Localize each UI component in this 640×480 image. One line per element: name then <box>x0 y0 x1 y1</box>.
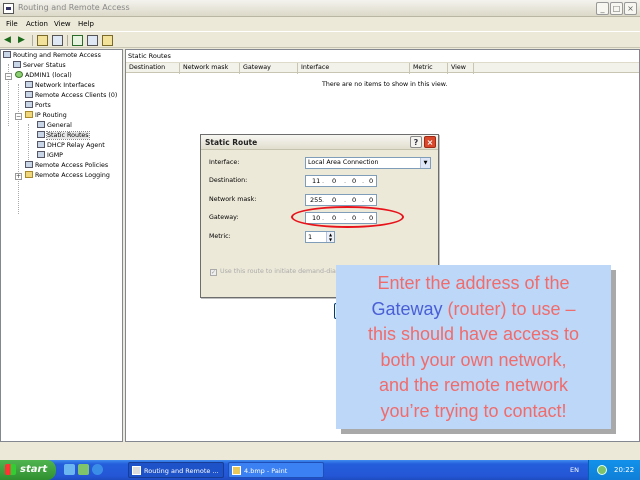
forward-arrow-icon[interactable]: ▶ <box>18 35 29 46</box>
system-tray: 20:22 <box>588 460 640 480</box>
tree-item-general[interactable]: General <box>37 121 72 131</box>
task-paint[interactable]: 4.bmp - Paint <box>228 462 324 478</box>
tree-item-dhcp-relay-agent[interactable]: DHCP Relay Agent <box>37 141 105 151</box>
desktop-quicklaunch-icon[interactable] <box>64 464 75 475</box>
destination-label: Destination: <box>209 177 248 184</box>
network-tray-icon[interactable] <box>597 465 607 475</box>
folder-icon <box>25 111 33 118</box>
tree-item-static-routes[interactable]: Static Routes <box>37 131 90 141</box>
tree-item-server-status[interactable]: Server Status <box>13 61 66 71</box>
callout-keyword: Gateway <box>371 298 443 319</box>
metric-value: 1 <box>308 233 313 241</box>
folder-icon <box>25 171 33 178</box>
properties-icon[interactable] <box>72 35 83 46</box>
windows-logo-icon <box>5 464 16 475</box>
tree-item-remote-access-logging[interactable]: Remote Access Logging <box>25 171 110 181</box>
policy-icon <box>25 161 33 168</box>
tree-item-ip-routing[interactable]: IP Routing <box>25 111 67 121</box>
details-title: Static Routes <box>128 52 171 60</box>
help-icon[interactable] <box>102 35 113 46</box>
dialog-close-button[interactable]: × <box>424 136 436 148</box>
clock[interactable]: 20:22 <box>614 460 634 480</box>
dialog-title-bar[interactable]: Static Route ? × <box>201 135 438 150</box>
language-indicator[interactable]: EN <box>570 460 579 480</box>
start-button[interactable]: start <box>0 460 56 480</box>
column-headers: Destination Network mask Gateway Interfa… <box>126 62 639 74</box>
interface-select[interactable]: Local Area Connection ▼ <box>305 157 431 169</box>
instruction-callout: Enter the address of the Gateway (router… <box>336 265 611 429</box>
netmask-label: Network mask: <box>209 196 257 203</box>
server-tree-icon <box>3 51 11 58</box>
up-folder-icon[interactable] <box>37 35 48 46</box>
demand-dial-checkbox-label: Use this route to initiate demand-dial c… <box>220 268 347 275</box>
destination-ip-field[interactable]: 11 . 0 . 0 . 0 <box>305 175 377 187</box>
paint-icon <box>232 466 241 475</box>
chevron-down-icon[interactable]: ▼ <box>420 158 430 168</box>
app-window: Routing and Remote Access _ □ × File Act… <box>0 0 640 460</box>
network-icon <box>37 121 45 128</box>
menu-bar: File Action View Help <box>0 18 640 30</box>
toolbar-separator <box>32 35 33 46</box>
show-tree-icon[interactable] <box>52 35 63 46</box>
tree-expander[interactable]: + <box>15 173 22 180</box>
toolbar-separator <box>67 35 68 46</box>
interface-value: Local Area Connection <box>308 159 379 166</box>
remote-clients-icon <box>25 91 33 98</box>
column-interface[interactable]: Interface <box>298 63 410 74</box>
menu-view[interactable]: View <box>54 20 71 28</box>
ie-quicklaunch-icon[interactable] <box>92 464 103 475</box>
routes-icon <box>37 131 45 138</box>
tree-item-ports[interactable]: Ports <box>25 101 51 111</box>
taskbar: start Routing and Remote ... 4.bmp - Pai… <box>0 460 640 480</box>
interface-label: Interface: <box>209 159 240 166</box>
column-metric[interactable]: Metric <box>410 63 448 74</box>
column-destination[interactable]: Destination <box>126 63 180 74</box>
spinner-arrows-icon[interactable]: ▲ ▼ <box>326 232 334 242</box>
demand-dial-checkbox[interactable]: ✓ <box>210 269 217 276</box>
igmp-icon <box>37 151 45 158</box>
column-network-mask[interactable]: Network mask <box>180 63 240 74</box>
tree-expander[interactable]: − <box>15 113 22 120</box>
close-button[interactable]: × <box>624 2 637 15</box>
window-title: Routing and Remote Access <box>18 3 130 12</box>
maximize-button[interactable]: □ <box>610 2 623 15</box>
tree-item-network-interfaces[interactable]: Network Interfaces <box>25 81 95 91</box>
network-interfaces-icon <box>25 81 33 88</box>
messenger-quicklaunch-icon[interactable] <box>78 464 89 475</box>
menu-file[interactable]: File <box>6 20 18 28</box>
netmask-ip-field[interactable]: 255 . 0 . 0 . 0 <box>305 194 377 206</box>
mmc-icon <box>132 466 141 475</box>
console-tree[interactable]: Routing and Remote Access Server Status … <box>0 49 123 442</box>
minimize-button[interactable]: _ <box>596 2 609 15</box>
menu-help[interactable]: Help <box>78 20 94 28</box>
app-icon <box>3 3 14 14</box>
tree-item-remote-access-policies[interactable]: Remote Access Policies <box>25 161 108 171</box>
server-status-icon <box>13 61 21 68</box>
tree-item-igmp[interactable]: IGMP <box>37 151 63 161</box>
tree-expander[interactable]: − <box>5 73 12 80</box>
menu-action[interactable]: Action <box>26 20 48 28</box>
metric-stepper[interactable]: 1 ▲ ▼ <box>305 231 335 243</box>
dialog-help-button[interactable]: ? <box>410 136 422 148</box>
back-arrow-icon[interactable]: ◀ <box>4 35 15 46</box>
empty-message: There are no items to show in this view. <box>322 81 448 88</box>
export-list-icon[interactable] <box>87 35 98 46</box>
dialog-title: Static Route <box>205 138 258 147</box>
task-routing-remote-access[interactable]: Routing and Remote ... <box>128 462 224 478</box>
dhcp-icon <box>37 141 45 148</box>
title-bar[interactable]: Routing and Remote Access _ □ × <box>0 0 640 17</box>
metric-label: Metric: <box>209 233 231 240</box>
tree-item-routing-remote-access[interactable]: Routing and Remote Access <box>3 51 101 61</box>
column-gateway[interactable]: Gateway <box>240 63 298 74</box>
toolbar: ◀ ▶ <box>0 31 640 48</box>
gateway-label: Gateway: <box>209 214 239 221</box>
server-online-icon <box>15 71 23 78</box>
ports-icon <box>25 101 33 108</box>
callout-text: Enter the address of the Gateway (router… <box>367 273 580 421</box>
tree-item-remote-access-clients[interactable]: Remote Access Clients (0) <box>25 91 117 101</box>
column-view[interactable]: View <box>448 63 474 74</box>
tree-item-admin1[interactable]: ADMIN1 (local) <box>15 71 72 81</box>
gateway-highlight-ellipse <box>291 206 404 228</box>
